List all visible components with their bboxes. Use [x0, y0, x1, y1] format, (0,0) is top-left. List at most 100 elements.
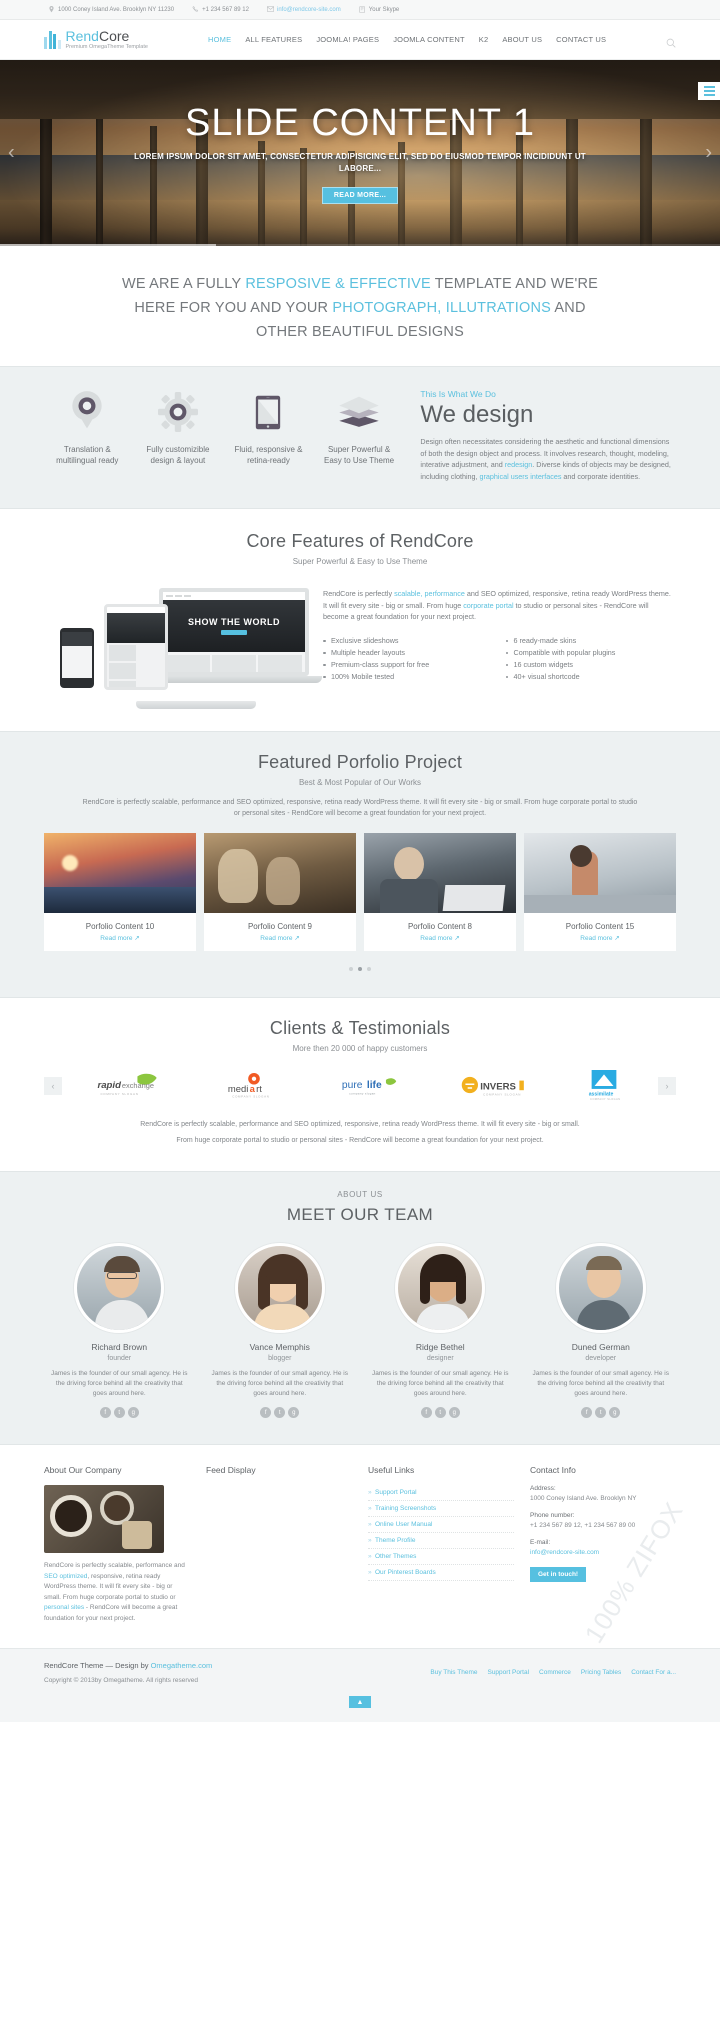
footer-link-training-screenshots[interactable]: Training Screenshots: [368, 1501, 514, 1517]
footer-contact-column: Contact Info Address: 1000 Coney Island …: [530, 1465, 676, 1624]
team-section: ABOUT US MEET OUR TEAM Richard Brown fou…: [0, 1171, 720, 1445]
team-kicker: ABOUT US: [44, 1190, 676, 1199]
svg-text:assimilate: assimilate: [589, 1091, 614, 1097]
google-plus-icon[interactable]: g: [128, 1407, 139, 1418]
core-link-scalable[interactable]: scalable, performance: [394, 589, 465, 598]
footer-link-theme-profile[interactable]: Theme Profile: [368, 1533, 514, 1549]
nav-item-contact-us[interactable]: CONTACT US: [556, 35, 606, 44]
portfolio-dot-active[interactable]: [358, 967, 362, 971]
footer-theme-credit: RendCore Theme — Design by Omegatheme.co…: [44, 1661, 212, 1670]
slider-settings-button[interactable]: [698, 82, 720, 100]
portfolio-card-read-more[interactable]: Read more ↗: [204, 934, 356, 951]
footer-useful-links: Support Portal Training Screenshots Onli…: [368, 1485, 514, 1581]
portfolio-card[interactable]: Porfolio Content 8 Read more ↗: [364, 833, 516, 951]
footer-link-other-themes[interactable]: Other Themes: [368, 1549, 514, 1565]
team-member-social: f t g: [526, 1407, 677, 1418]
portfolio-card-name: Porfolio Content 9: [204, 913, 356, 934]
topbar-phone-text: +1 234 567 89 12: [202, 7, 249, 13]
google-plus-icon[interactable]: g: [288, 1407, 299, 1418]
svg-text:COMPANY SLOGAN: COMPANY SLOGAN: [483, 1092, 521, 1096]
team-member-role: blogger: [205, 1355, 356, 1362]
feature-icon-list: Translation & multilingual ready Fully c…: [44, 389, 402, 482]
search-icon[interactable]: [666, 35, 676, 45]
logo[interactable]: RendCore Premium OmegaTheme Template: [44, 29, 194, 50]
clients-prev-arrow[interactable]: ‹: [44, 1077, 62, 1095]
topbar-email[interactable]: info@rendcore-site.com: [267, 6, 341, 13]
core-list-item: 40+ visual shortcode: [506, 671, 677, 683]
slide-read-more-button[interactable]: READ MORE...: [322, 187, 398, 204]
logo-bars-icon: [44, 31, 61, 49]
avatar: [235, 1243, 325, 1333]
core-paragraph: RendCore is perfectly scalable, performa…: [323, 588, 676, 623]
footer-link-personal-sites[interactable]: personal sites: [44, 1604, 84, 1611]
tablet-icon: [225, 389, 312, 435]
svg-text:life: life: [367, 1079, 382, 1090]
facebook-icon[interactable]: f: [100, 1407, 111, 1418]
footer-link-online-user-manual[interactable]: Online User Manual: [368, 1517, 514, 1533]
we-design-link-redesign[interactable]: redesign: [505, 460, 533, 469]
footer-link-pricing-tables[interactable]: Pricing Tables: [581, 1669, 621, 1676]
skype-icon: [359, 6, 366, 13]
nav-item-home[interactable]: HOME: [208, 35, 231, 44]
footer-link-seo[interactable]: SEO optimized: [44, 1573, 87, 1580]
footer-link-pinterest-boards[interactable]: Our Pinterest Boards: [368, 1565, 514, 1581]
footer-link-commerce[interactable]: Commerce: [539, 1669, 571, 1676]
scroll-to-top-button[interactable]: ▲: [349, 1696, 371, 1708]
core-link-portal[interactable]: corporate portal: [463, 601, 513, 610]
portfolio-dot[interactable]: [367, 967, 371, 971]
facebook-icon[interactable]: f: [581, 1407, 592, 1418]
portfolio-card-read-more[interactable]: Read more ↗: [364, 934, 516, 951]
facebook-icon[interactable]: f: [260, 1407, 271, 1418]
slider-prev-arrow[interactable]: ‹: [8, 142, 15, 165]
topbar-skype[interactable]: Your Skype: [359, 6, 399, 13]
footer-feed-column: Feed Display: [206, 1465, 352, 1624]
portfolio-card[interactable]: Porfolio Content 10 Read more ↗: [44, 833, 196, 951]
brand-tagline: Premium OmegaTheme Template: [66, 44, 148, 50]
nav-item-about-us[interactable]: ABOUT US: [502, 35, 542, 44]
twitter-icon[interactable]: t: [595, 1407, 606, 1418]
portfolio-card-name: Porfolio Content 10: [44, 913, 196, 934]
twitter-icon[interactable]: t: [435, 1407, 446, 1418]
footer-link-support[interactable]: Support Portal: [487, 1669, 529, 1676]
footer-email-value[interactable]: info@rendcore-site.com: [530, 1549, 599, 1556]
portfolio-thumbnail: [524, 833, 676, 913]
topbar-phone: +1 234 567 89 12: [192, 6, 249, 13]
nav-item-k2[interactable]: K2: [479, 35, 489, 44]
core-list-item: Exclusive slideshows: [323, 635, 494, 647]
feature-caption: Fully customizible design & layout: [135, 444, 222, 466]
gear-icon: [135, 389, 222, 435]
nav-item-joomla-pages[interactable]: JOOMLA! PAGES: [316, 35, 379, 44]
portfolio-card[interactable]: Porfolio Content 9 Read more ↗: [204, 833, 356, 951]
get-in-touch-button[interactable]: Get in touch!: [530, 1567, 586, 1582]
feature-item-translation: Translation & multilingual ready: [44, 389, 131, 482]
we-design-link-gui[interactable]: graphical users interfaces: [480, 472, 562, 481]
team-member-social: f t g: [365, 1407, 516, 1418]
google-plus-icon[interactable]: g: [609, 1407, 620, 1418]
footer-theme-text: RendCore Theme — Design by: [44, 1661, 151, 1670]
footer-link-buy-theme[interactable]: Buy This Theme: [430, 1669, 477, 1676]
twitter-icon[interactable]: t: [274, 1407, 285, 1418]
footer-theme-link[interactable]: Omegatheme.com: [151, 1661, 213, 1670]
topbar-email-link[interactable]: info@rendcore-site.com: [277, 7, 341, 13]
core-list-item: Multiple header layouts: [323, 647, 494, 659]
team-title: MEET OUR TEAM: [44, 1205, 676, 1225]
portfolio-dot[interactable]: [349, 967, 353, 971]
nav-item-all-features[interactable]: ALL FEATURES: [245, 35, 302, 44]
footer-link-support-portal[interactable]: Support Portal: [368, 1485, 514, 1501]
team-member: Duned German developer James is the foun…: [526, 1243, 677, 1418]
portfolio-card-read-more[interactable]: Read more ↗: [524, 934, 676, 951]
facebook-icon[interactable]: f: [421, 1407, 432, 1418]
nav-item-joomla-content[interactable]: JOOMLA CONTENT: [393, 35, 465, 44]
footer-link-contact-for[interactable]: Contact For a...: [631, 1669, 676, 1676]
portfolio-card[interactable]: Porfolio Content 15 Read more ↗: [524, 833, 676, 951]
slider-next-arrow[interactable]: ›: [705, 142, 712, 165]
google-plus-icon[interactable]: g: [449, 1407, 460, 1418]
svg-text:exchange: exchange: [122, 1081, 154, 1090]
svg-text:INVERS: INVERS: [480, 1081, 516, 1092]
core-list-item: Compatible with popular plugins: [506, 647, 677, 659]
twitter-icon[interactable]: t: [114, 1407, 125, 1418]
portfolio-card-read-more[interactable]: Read more ↗: [44, 934, 196, 951]
svg-text:COMPANY SLOGAN: COMPANY SLOGAN: [233, 1095, 270, 1099]
intro-line-2: HERE FOR YOU AND YOUR PHOTOGRAPH, ILLUTR…: [44, 296, 676, 320]
clients-next-arrow[interactable]: ›: [658, 1077, 676, 1095]
